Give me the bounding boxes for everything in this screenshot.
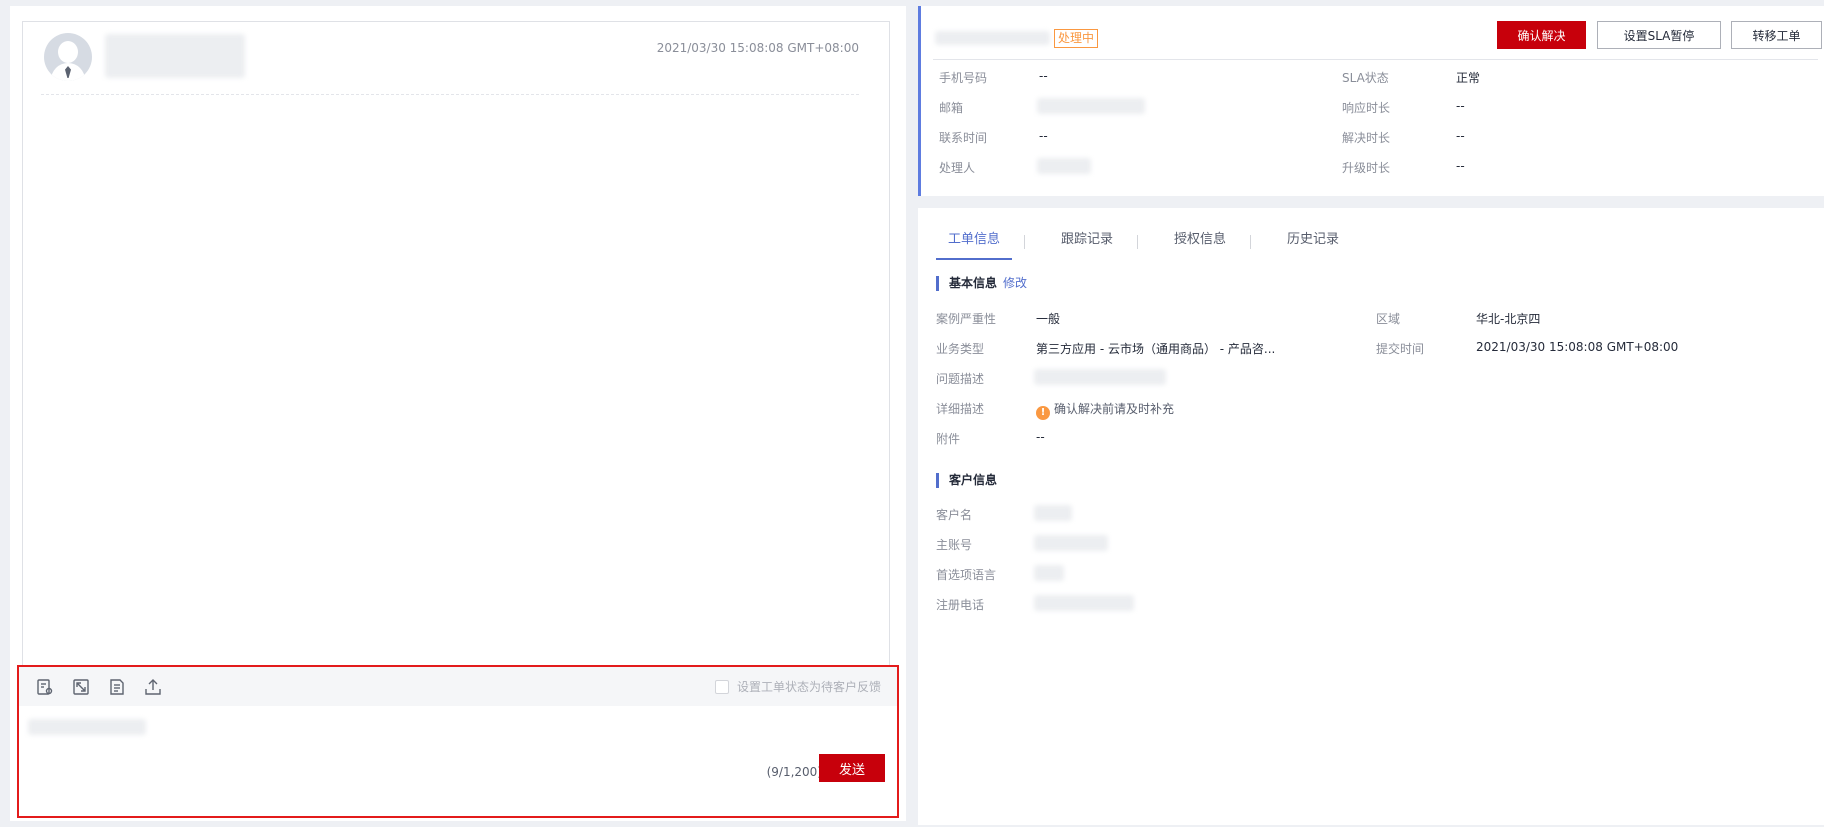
- tab-authorization-info[interactable]: 授权信息: [1162, 230, 1238, 260]
- summary-divider: [933, 59, 1818, 60]
- handler-label: 处理人: [939, 161, 976, 175]
- preferred-language-redacted: [1034, 565, 1064, 581]
- reply-composer: 设置工单状态为待客户反馈 (9/1,200) 发送: [17, 665, 899, 818]
- transfer-ticket-button[interactable]: 转移工单: [1731, 21, 1822, 49]
- message-timestamp: 2021/03/30 15:08:08 GMT+08:00: [656, 41, 859, 55]
- main-account-label: 主账号: [936, 538, 973, 552]
- preferred-language-label: 首选项语言: [936, 568, 997, 582]
- conversation-panel: 2021/03/30 15:08:08 GMT+08:00 设置工单状态为待客户…: [10, 6, 906, 821]
- problem-redacted: [1034, 369, 1166, 385]
- customer-name-redacted: [1034, 505, 1072, 521]
- resolve-time-value: --: [1456, 129, 1465, 143]
- customer-avatar: [44, 33, 92, 81]
- resolve-time-label: 解决时长: [1342, 131, 1391, 145]
- email-label: 邮箱: [939, 101, 964, 115]
- severity-value: 一般: [1036, 312, 1061, 326]
- region-value: 华北-北京四: [1476, 312, 1541, 326]
- detail-tabs: 工单信息 跟踪记录 授权信息 历史记录: [936, 230, 1351, 260]
- phone-value: --: [1039, 69, 1048, 83]
- composer-toolbar: 设置工单状态为待客户反馈: [19, 667, 897, 706]
- contact-time-label: 联系时间: [939, 131, 988, 145]
- contact-time-value: --: [1039, 129, 1048, 143]
- set-sla-pause-button[interactable]: 设置SLA暂停: [1597, 21, 1721, 49]
- preview-icon[interactable]: [35, 677, 55, 697]
- ticket-summary: 处理中 确认解决 设置SLA暂停 转移工单 手机号码 -- 邮箱 联系时间 --…: [918, 6, 1824, 196]
- upload-icon[interactable]: [143, 677, 163, 697]
- reply-text-redacted[interactable]: [28, 719, 146, 735]
- attachment-value: --: [1036, 430, 1045, 444]
- pending-feedback-label: 设置工单状态为待客户反馈: [736, 680, 881, 694]
- tab-tracking-records[interactable]: 跟踪记录: [1049, 230, 1125, 260]
- tab-ticket-info[interactable]: 工单信息: [936, 230, 1013, 260]
- response-time-label: 响应时长: [1342, 101, 1391, 115]
- char-counter: (9/1,200): [766, 765, 822, 779]
- phone-label: 手机号码: [939, 71, 988, 85]
- pending-feedback-option[interactable]: 设置工单状态为待客户反馈: [714, 678, 881, 695]
- customer-info-heading: 客户信息: [936, 473, 997, 488]
- message-divider: [41, 94, 859, 95]
- warning-icon: !: [1036, 406, 1050, 420]
- ticket-id-redacted: [935, 31, 1050, 45]
- pending-feedback-checkbox[interactable]: [714, 679, 729, 694]
- handler-redacted: [1037, 158, 1091, 174]
- basic-info-heading: 基本信息 修改: [936, 276, 1027, 291]
- edit-basic-info-link[interactable]: 修改: [1003, 276, 1027, 290]
- detail-value: ! 确认解决前请及时补充: [1036, 400, 1174, 420]
- template-icon[interactable]: [107, 677, 127, 697]
- sla-status-value: 正常: [1456, 71, 1481, 85]
- fullscreen-icon[interactable]: [71, 677, 91, 697]
- response-time-value: --: [1456, 99, 1465, 113]
- customer-name-label: 客户名: [936, 508, 973, 522]
- confirm-resolve-button[interactable]: 确认解决: [1497, 21, 1586, 49]
- registered-phone-label: 注册电话: [936, 598, 985, 612]
- escalate-time-label: 升级时长: [1342, 161, 1391, 175]
- ticket-detail: 工单信息 跟踪记录 授权信息 历史记录 基本信息 修改 案例严重性 一般 业务类型…: [918, 208, 1824, 825]
- escalate-time-value: --: [1456, 159, 1465, 173]
- attachment-label: 附件: [936, 432, 961, 446]
- email-redacted: [1037, 98, 1145, 114]
- problem-label: 问题描述: [936, 372, 985, 386]
- region-label: 区域: [1376, 312, 1401, 326]
- severity-label: 案例严重性: [936, 312, 997, 326]
- status-badge: 处理中: [1054, 29, 1099, 48]
- registered-phone-redacted: [1034, 595, 1134, 611]
- sla-status-label: SLA状态: [1342, 71, 1389, 85]
- submit-time-label: 提交时间: [1376, 342, 1425, 356]
- main-account-redacted: [1034, 535, 1108, 551]
- send-button[interactable]: 发送: [819, 754, 885, 782]
- message-list: 2021/03/30 15:08:08 GMT+08:00: [22, 21, 890, 671]
- submit-time-value: 2021/03/30 15:08:08 GMT+08:00: [1476, 340, 1679, 354]
- sender-name-redacted: [105, 34, 245, 78]
- detail-label: 详细描述: [936, 402, 985, 416]
- tab-history-records[interactable]: 历史记录: [1275, 230, 1351, 260]
- business-type-value: 第三方应用 - 云市场（通用商品） - 产品咨...: [1036, 342, 1276, 356]
- business-type-label: 业务类型: [936, 342, 985, 356]
